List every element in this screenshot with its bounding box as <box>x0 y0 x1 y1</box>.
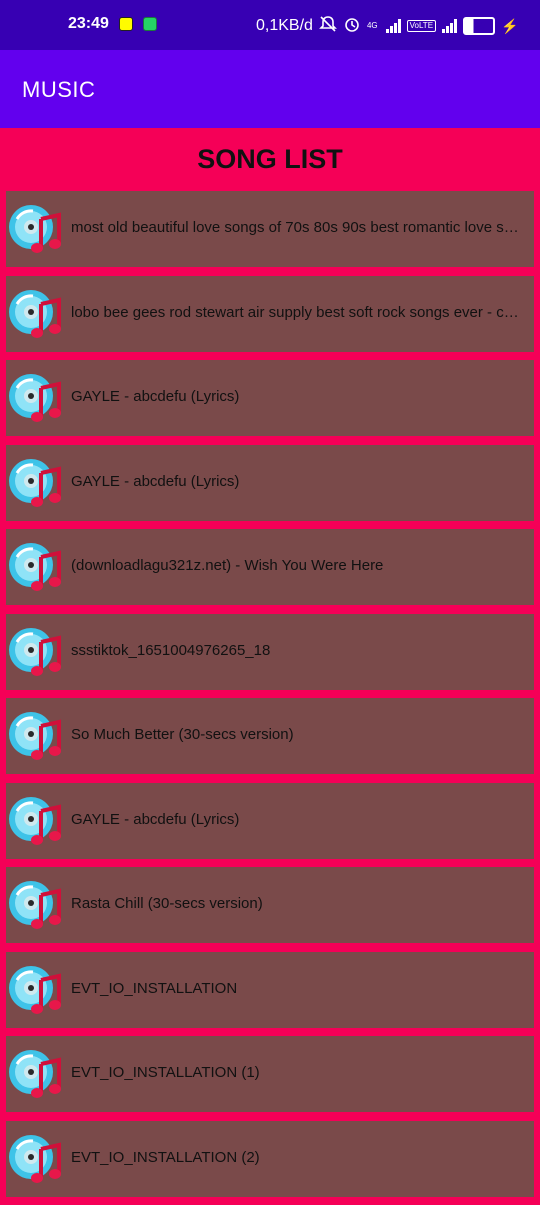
status-bar: 23:49 0,1KB/d 4G VoLTE 30 ⚡ <box>0 0 540 50</box>
song-title: EVT_IO_INSTALLATION (1) <box>71 1064 260 1081</box>
song-item[interactable]: EVT_IO_INSTALLATION (1) <box>6 1036 534 1112</box>
music-disc-icon <box>7 877 63 933</box>
song-item[interactable]: GAYLE - abcdefu (Lyrics) <box>6 782 534 859</box>
music-disc-icon <box>7 1131 63 1187</box>
charging-icon: ⚡ <box>501 17 519 34</box>
music-disc-icon <box>7 539 63 595</box>
signal-icon <box>385 19 401 33</box>
song-item[interactable]: Rasta Chill (30-secs version) <box>6 867 534 943</box>
bell-muted-icon <box>319 15 337 37</box>
song-title: GAYLE - abcdefu (Lyrics) <box>71 472 240 490</box>
music-disc-icon <box>7 201 63 257</box>
song-list: most old beautiful love songs of 70s 80s… <box>6 191 534 1205</box>
song-item[interactable]: ssstiktok_1651004976265_18 <box>6 613 534 690</box>
song-title: EVT_IO_INSTALLATION (2) <box>71 1148 260 1166</box>
song-item[interactable]: EVT_IO_INSTALLATION (2) <box>6 1120 534 1197</box>
signal-icon <box>442 19 458 33</box>
volte-badge: VoLTE <box>406 20 437 32</box>
song-item[interactable]: So Much Better (30-secs version) <box>6 698 534 774</box>
snapchat-icon <box>118 17 133 31</box>
song-item[interactable]: (downloadlagu321z.net) - Wish You Were H… <box>6 529 534 605</box>
music-disc-icon <box>7 708 63 764</box>
music-disc-icon <box>7 286 63 342</box>
song-title: lobo bee gees rod stewart air supply bes… <box>71 303 523 321</box>
app-bar: MUSIC <box>0 50 540 128</box>
song-title: GAYLE - abcdefu (Lyrics) <box>71 388 240 405</box>
music-disc-icon <box>7 624 63 680</box>
song-item[interactable]: EVT_IO_INSTALLATION <box>6 951 534 1028</box>
song-title: ssstiktok_1651004976265_18 <box>71 641 271 659</box>
battery-icon: 30 <box>463 17 496 35</box>
song-title: Rasta Chill (30-secs version) <box>71 895 263 912</box>
song-item[interactable]: GAYLE - abcdefu (Lyrics) <box>6 444 534 521</box>
battery-level: 30 <box>473 20 485 32</box>
status-time: 23:49 <box>68 15 109 32</box>
song-item[interactable]: most old beautiful love songs of 70s 80s… <box>6 191 534 267</box>
song-title: GAYLE - abcdefu (Lyrics) <box>71 810 240 828</box>
alarm-icon <box>343 15 361 37</box>
music-disc-icon <box>7 793 63 849</box>
music-disc-icon <box>7 1046 63 1102</box>
song-item[interactable]: GAYLE - abcdefu (Lyrics) <box>6 360 534 436</box>
whatsapp-icon <box>142 17 157 31</box>
song-item[interactable]: lobo bee gees rod stewart air supply bes… <box>6 275 534 352</box>
song-title: EVT_IO_INSTALLATION <box>71 979 238 997</box>
network-speed: 0,1KB/d <box>256 17 313 34</box>
song-title: So Much Better (30-secs version) <box>71 726 294 743</box>
music-disc-icon <box>7 455 63 511</box>
status-left: 23:49 <box>68 15 157 33</box>
network-type: 4G <box>366 21 378 30</box>
app-title: MUSIC <box>22 77 96 102</box>
song-title: (downloadlagu321z.net) - Wish You Were H… <box>71 557 384 574</box>
song-title: most old beautiful love songs of 70s 80s… <box>71 219 523 236</box>
song-list-title: SONG LIST <box>197 144 343 174</box>
music-disc-icon <box>7 962 63 1018</box>
status-right: 0,1KB/d 4G VoLTE 30 ⚡ <box>256 15 518 37</box>
music-disc-icon <box>7 370 63 426</box>
